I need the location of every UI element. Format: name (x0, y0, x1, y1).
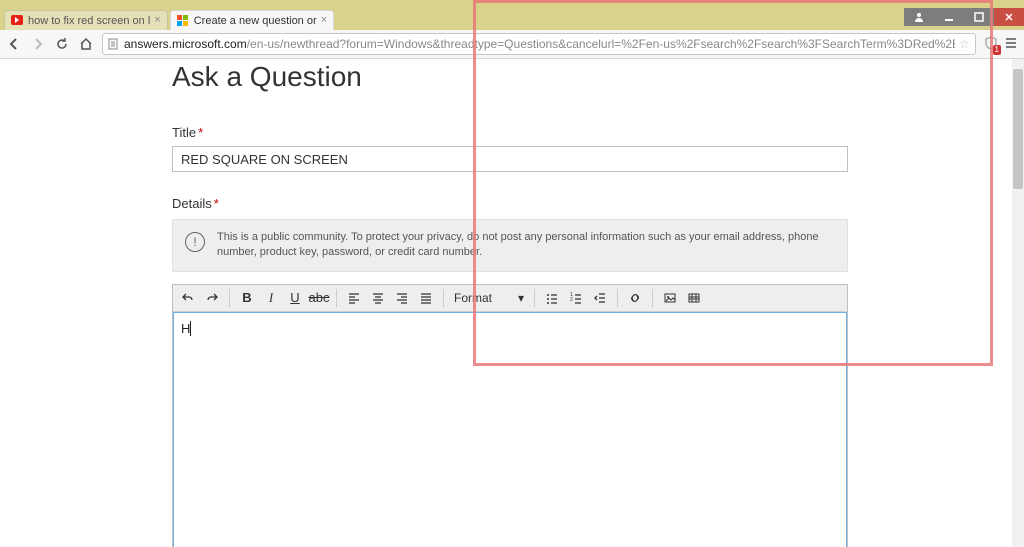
browser-toolbar: answers.microsoft.com/en-us/newthread?fo… (0, 30, 1024, 59)
url-host: answers.microsoft.com (124, 37, 247, 51)
link-button[interactable] (624, 288, 646, 308)
page-icon (108, 38, 120, 50)
format-dropdown[interactable]: Format ▾ (450, 288, 528, 308)
url-path: /en-us/newthread?forum=Windows&threadtyp… (247, 37, 956, 51)
tab-label: how to fix red screen on l (28, 15, 150, 27)
editor-toolbar: B I U abc Format ▾ 12 (173, 285, 847, 312)
page-viewport: Ask a Question Title* Details* ! This is… (0, 59, 1024, 547)
close-icon[interactable]: × (321, 15, 327, 26)
address-bar[interactable]: answers.microsoft.com/en-us/newthread?fo… (102, 33, 976, 55)
outdent-button[interactable] (589, 288, 611, 308)
title-input[interactable] (172, 146, 848, 172)
window-controls (904, 8, 1024, 28)
align-left-button[interactable] (343, 288, 365, 308)
bold-button[interactable]: B (236, 288, 258, 308)
user-icon[interactable] (904, 8, 934, 26)
scrollbar-thumb[interactable] (1013, 69, 1023, 189)
required-asterisk: * (198, 125, 203, 140)
microsoft-icon (177, 15, 189, 27)
close-icon[interactable]: × (154, 15, 160, 26)
svg-text:2: 2 (570, 297, 573, 303)
image-button[interactable] (659, 288, 681, 308)
tab-label: Create a new question or (194, 15, 317, 27)
window-titlebar (0, 0, 1024, 8)
rich-text-editor: B I U abc Format ▾ 12 (172, 284, 848, 547)
extension-shield-icon[interactable]: 1 (984, 36, 998, 53)
bookmark-star-icon[interactable]: ☆ (959, 37, 970, 51)
youtube-icon (11, 15, 23, 27)
extension-badge: 1 (993, 45, 1001, 55)
unordered-list-button[interactable] (541, 288, 563, 308)
ordered-list-button[interactable]: 12 (565, 288, 587, 308)
minimize-button[interactable] (934, 8, 964, 26)
maximize-button[interactable] (964, 8, 994, 26)
tab-strip: how to fix red screen on l × Create a ne… (0, 8, 1024, 30)
privacy-notice: ! This is a public community. To protect… (172, 219, 848, 272)
details-label: Details* (172, 196, 848, 211)
table-button[interactable] (683, 288, 705, 308)
reload-button[interactable] (54, 36, 70, 52)
menu-icon[interactable] (1004, 36, 1018, 53)
info-icon: ! (185, 232, 205, 252)
vertical-scrollbar[interactable] (1012, 59, 1024, 547)
editor-textarea[interactable]: H (173, 312, 847, 547)
tab-microsoft-answers[interactable]: Create a new question or × (170, 10, 334, 30)
align-right-button[interactable] (391, 288, 413, 308)
undo-button[interactable] (177, 288, 199, 308)
page-title: Ask a Question (172, 61, 848, 93)
title-label: Title* (172, 125, 848, 140)
extension-area: 1 (984, 36, 1018, 53)
required-asterisk: * (214, 196, 219, 211)
forward-button[interactable] (30, 36, 46, 52)
close-window-button[interactable] (994, 8, 1024, 26)
home-button[interactable] (78, 36, 94, 52)
align-center-button[interactable] (367, 288, 389, 308)
underline-button[interactable]: U (284, 288, 306, 308)
italic-button[interactable]: I (260, 288, 282, 308)
chevron-down-icon: ▾ (518, 291, 524, 305)
back-button[interactable] (6, 36, 22, 52)
strikethrough-button[interactable]: abc (308, 288, 330, 308)
align-justify-button[interactable] (415, 288, 437, 308)
notice-text: This is a public community. To protect y… (217, 230, 835, 261)
redo-button[interactable] (201, 288, 223, 308)
tab-youtube[interactable]: how to fix red screen on l × (4, 10, 168, 30)
